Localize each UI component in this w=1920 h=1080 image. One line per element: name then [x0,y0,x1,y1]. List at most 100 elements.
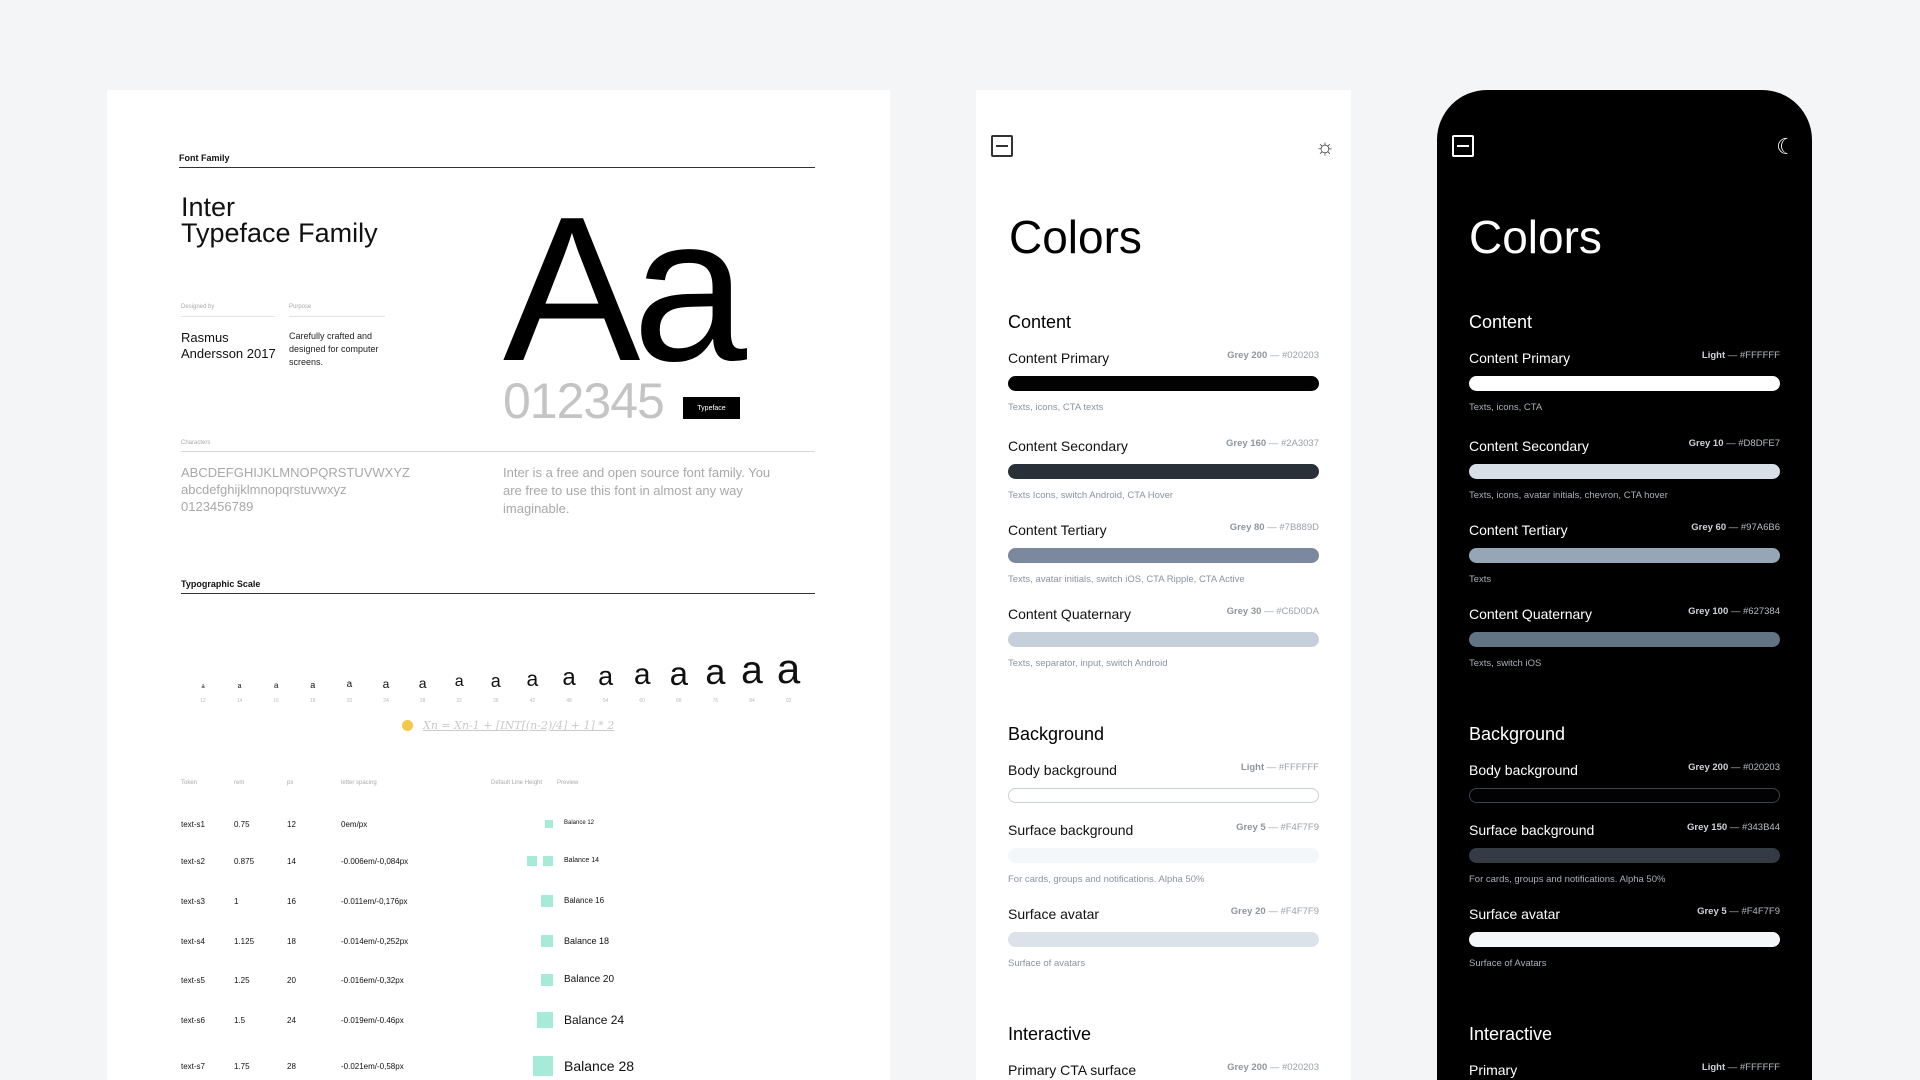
scale-size-label: 76 [712,698,719,704]
scale-size-label: 14 [236,698,243,704]
color-name: Content Secondary [1469,438,1589,454]
token-hex: — #C6D0DA [1261,606,1319,617]
color-name: Content Primary [1008,350,1110,366]
color-swatch-bar [1008,932,1319,947]
color-usage: Texts, switch iOS [1469,658,1542,669]
scale-glyph: a [526,668,539,691]
token-grey-name: Grey 5 [1236,822,1266,833]
typeface-button[interactable]: Typeface [683,397,740,419]
color-swatch-bar [1469,376,1780,391]
token-grey-name: Light [1240,762,1265,773]
color-token: Light — #FFFFFF [1241,762,1319,773]
cell-token: text-s1 [181,820,206,829]
color-swatch-bar [1469,464,1780,479]
color-token: Grey 5 — #F4F7F9 [1697,906,1780,917]
scale-glyph: a [705,651,726,692]
moon-icon[interactable]: ☾ [1774,135,1798,159]
token-grey-name: Light [1701,350,1726,361]
color-name: Surface background [1469,822,1595,838]
scale-glyph: a [562,664,576,691]
token-hex: — #627384 [1728,606,1780,617]
color-name: Content Quaternary [1008,606,1131,622]
color-usage: Texts, separator, input, switch Android [1008,658,1168,669]
scale-glyph: a [201,684,205,690]
specimen-glyphs: Aa [503,174,747,404]
cell-px: 16 [287,897,296,906]
token-hex: — #FFFFFF [1725,350,1780,361]
cell-rem: 1.5 [234,1016,246,1025]
line-height-swatch [543,856,553,866]
line-height-swatch [541,935,553,947]
color-name: Content Primary [1469,350,1571,366]
table-row: text-s3 1 16 -0.011em/-0,176px Balance 16 [181,895,781,927]
line-height-swatch [527,856,537,866]
scale-size-label: 24 [383,698,389,704]
cell-token: text-s3 [181,897,206,906]
logo-icon [991,135,1013,157]
token-hex: — #343B44 [1727,822,1780,833]
line-height-swatch [541,895,553,907]
scale-label: Typographic Scale [181,579,261,589]
scale-size-label: 54 [602,698,609,704]
color-token: Light — #FFFFFF [1702,350,1780,361]
characters-label: Characters [181,440,211,446]
token-hex: — #7B889D [1264,522,1319,533]
color-swatch-bar [1469,932,1780,947]
color-token: Grey 100 — #627384 [1688,606,1780,617]
token-grey-name: Grey 200 [1688,762,1729,773]
divider [181,451,815,452]
cell-letter-spacing: -0.016em/-0,32px [341,976,404,985]
color-token: Grey 10 — #D8DFE7 [1689,438,1780,449]
token-grey-name: Grey 160 [1226,438,1267,449]
cell-px: 18 [287,937,296,946]
scale-glyph: a [237,683,242,690]
token-hex: — #FFFFFF [1264,762,1319,773]
cell-token: text-s6 [181,1016,206,1025]
colors-title: Colors [1009,211,1142,263]
cell-letter-spacing: -0.014em/-0,252px [341,937,409,946]
typographic-scale: a 12 a 14 a 16 a 18 a 20 a 24 a 28 a 32 a 36 a 42 a 48 a 54 a 60 a… [181,630,803,710]
designer-name: Rasmus Andersson 2017 [181,330,276,361]
color-token: Grey 200 — #020203 [1227,350,1319,361]
scale-glyph: a [273,681,279,690]
header-token: Token [181,780,198,786]
scale-size-label: 12 [200,698,206,704]
color-swatch-bar [1008,848,1319,863]
token-grey-name: Grey 200 [1227,1062,1268,1073]
color-usage: Texts, avatar initials, switch iOS, CTA … [1008,574,1245,585]
line-height-swatch [533,1056,553,1076]
color-usage: Texts, icons, CTA [1469,402,1543,413]
color-name: Primary CTA surface [1008,1062,1137,1078]
token-grey-name: Grey 20 [1230,906,1266,917]
token-hex: — #020203 [1267,1062,1319,1073]
cell-rem: 0.75 [234,820,250,829]
divider [181,316,275,317]
color-usage: Texts, icons, avatar initials, chevron, … [1469,490,1668,501]
color-usage: Texts Icons, switch Android, CTA Hover [1008,490,1174,501]
scale-formula: Xn = Xn-1 + [INT[(n-2)/4] + 1] * 2 [423,719,615,732]
cell-token: text-s2 [181,857,206,866]
color-name: Surface background [1008,822,1134,838]
preview-text: Balance 18 [564,935,610,946]
preview-text: Balance 14 [564,856,600,864]
scale-size-label: 92 [785,698,792,704]
color-swatch-bar [1469,632,1780,647]
token-hex: — #FFFFFF [1725,1062,1780,1073]
color-usage: Texts [1469,574,1492,585]
scale-size-label: 18 [310,698,316,704]
digit-set: 0123456789 [181,499,254,514]
token-hex: — #2A3037 [1266,438,1319,449]
cell-px: 24 [287,1016,296,1025]
cell-rem: 1.125 [234,937,255,946]
sun-icon[interactable]: ☼ [1313,135,1337,159]
line-height-swatch [537,1012,553,1028]
line-height-swatch [541,974,553,986]
color-swatch-bar [1008,376,1319,391]
family-title: Inter Typeface Family [181,194,378,247]
color-name: Body background [1469,762,1578,778]
color-token: Grey 150 — #343B44 [1687,822,1780,833]
header-preview: Preview [557,780,579,786]
header-rem: rem [234,780,245,786]
color-name: Surface avatar [1469,906,1561,922]
cell-px: 28 [287,1062,296,1071]
